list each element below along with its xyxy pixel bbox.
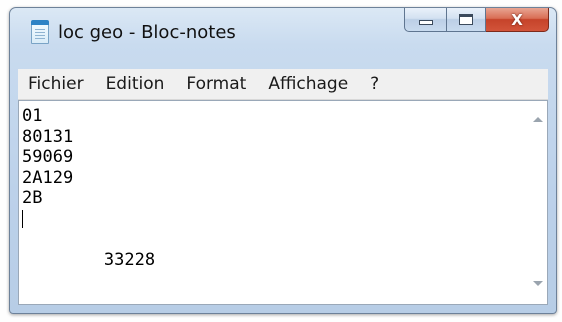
text-editor[interactable]: 01 80131 59069 2A129 2B 33228 — [18, 100, 548, 305]
caption-buttons: X — [404, 8, 549, 32]
text-caret — [22, 209, 23, 228]
text-line: 59069 — [22, 147, 74, 167]
menu-help[interactable]: ? — [360, 74, 391, 94]
close-icon: X — [511, 10, 523, 29]
title-bar[interactable]: loc geo - Bloc-notes X — [10, 8, 556, 56]
notepad-icon[interactable] — [31, 20, 49, 44]
text-line: 80131 — [22, 126, 74, 147]
scroll-down-icon[interactable] — [533, 281, 543, 286]
menu-format[interactable]: Format — [176, 74, 258, 94]
text-line: 2A129 — [22, 167, 74, 188]
text-line-current: 33228 — [22, 209, 155, 291]
text-line: 2B — [22, 188, 43, 208]
close-button[interactable]: X — [486, 8, 549, 32]
minimize-icon — [418, 20, 433, 25]
notepad-window: loc geo - Bloc-notes X Fichier Edition F… — [9, 7, 557, 314]
maximize-icon — [459, 14, 473, 25]
menu-edition[interactable]: Edition — [96, 74, 177, 94]
text-line: 01 — [22, 106, 43, 126]
menu-affichage[interactable]: Affichage — [258, 74, 360, 94]
scroll-up-icon[interactable] — [533, 117, 543, 122]
vertical-scrollbar[interactable] — [529, 101, 547, 304]
editor-content[interactable]: 01 80131 59069 2A129 2B 33228 — [22, 106, 155, 291]
menu-bar: Fichier Edition Format Affichage ? — [18, 69, 548, 100]
text-line-value: 33228 — [103, 249, 156, 270]
maximize-button[interactable] — [447, 8, 486, 32]
window-title: loc geo - Bloc-notes — [58, 22, 236, 43]
minimize-button[interactable] — [404, 8, 447, 32]
menu-fichier[interactable]: Fichier — [18, 74, 96, 94]
